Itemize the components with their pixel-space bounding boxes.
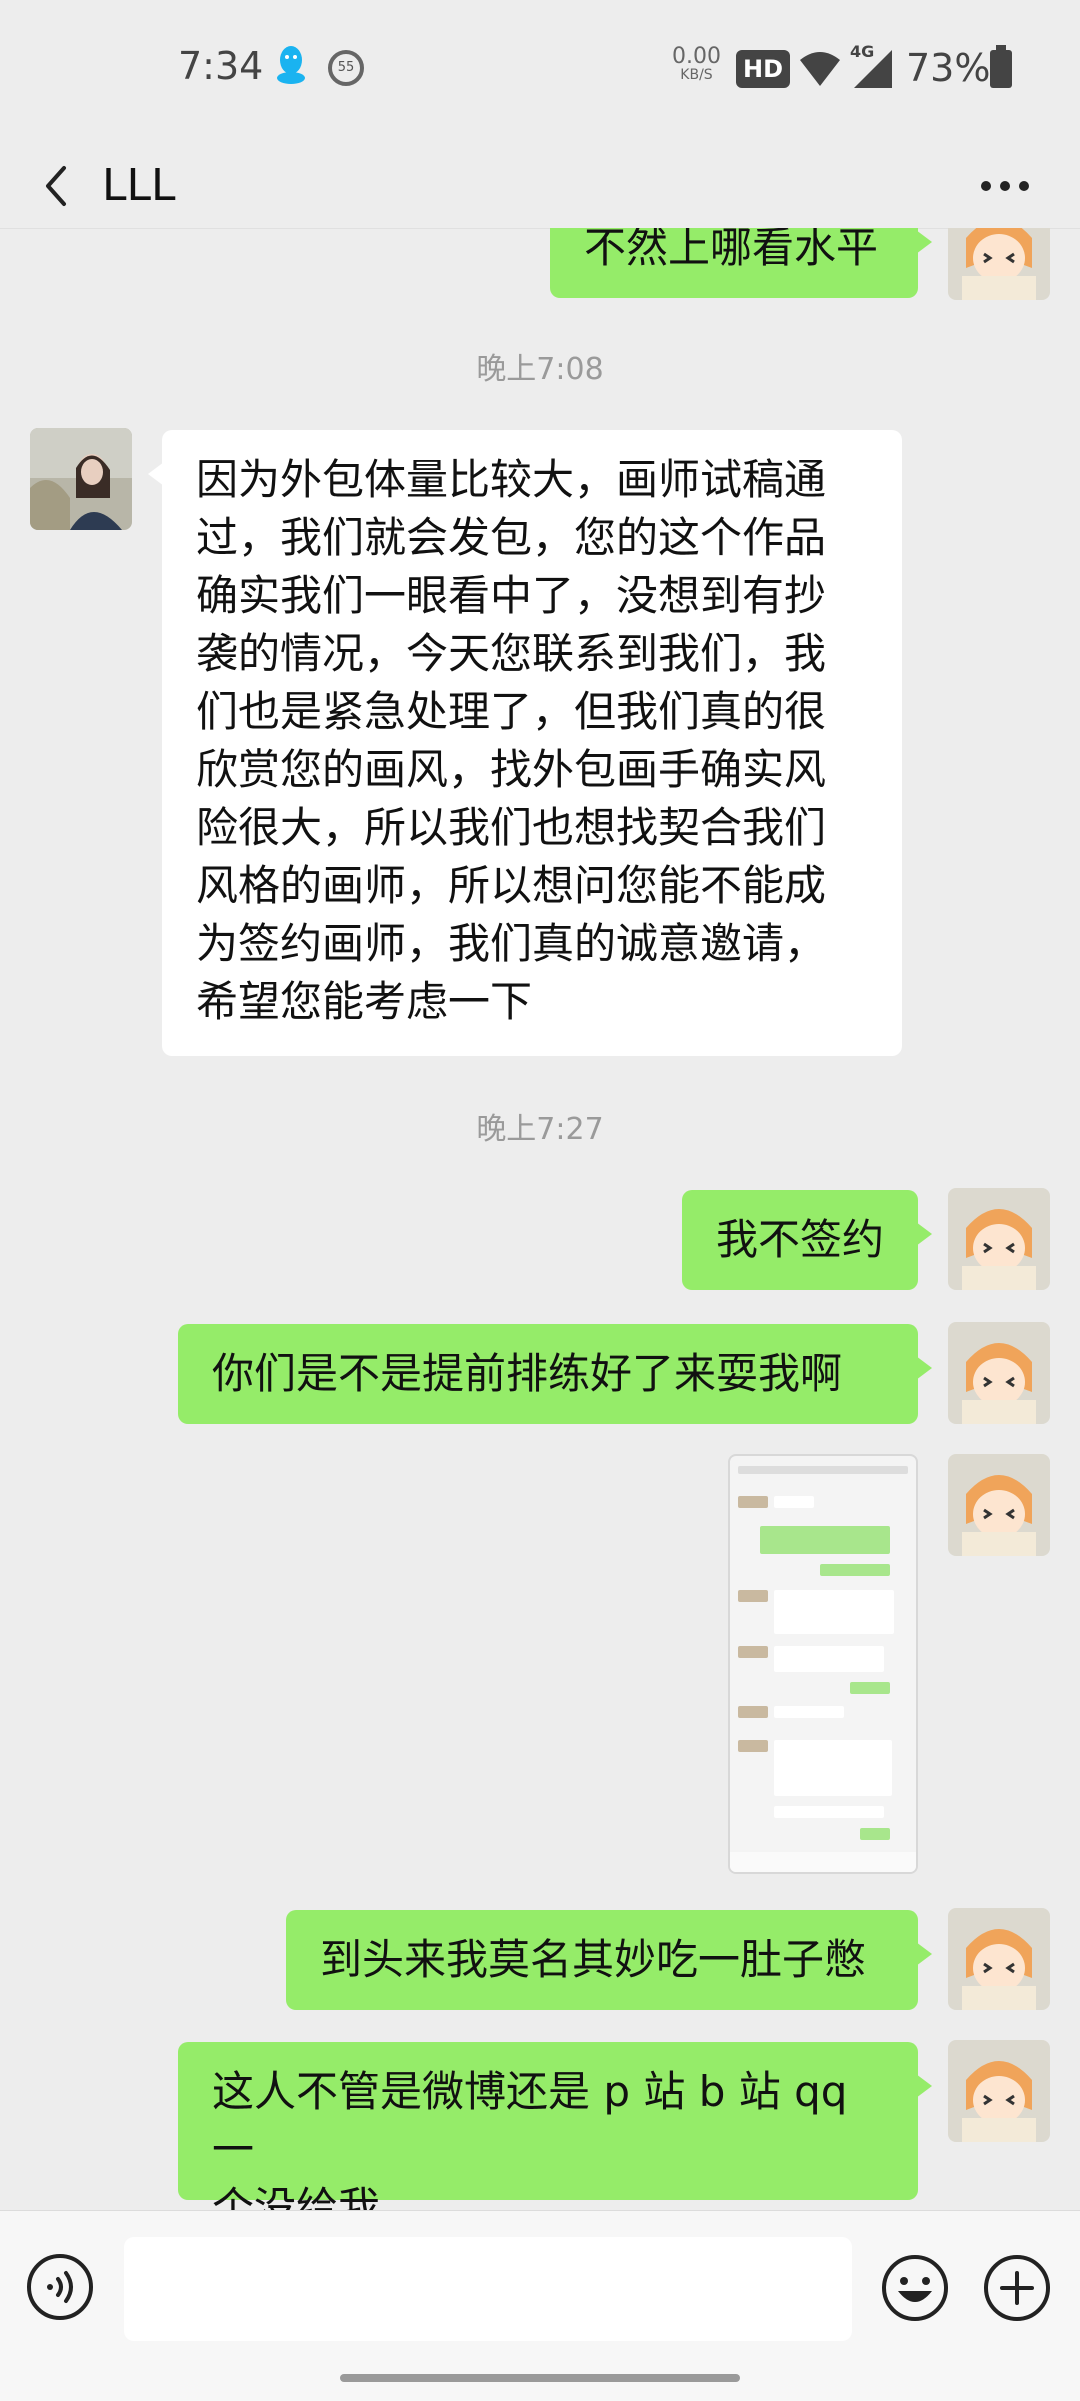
message-bubble[interactable]: 我不签约 xyxy=(682,1190,932,1290)
message-line: 这人不管是微博还是 p 站 b 站 qq 一 xyxy=(212,2067,848,2174)
ring-badge-value: 55 xyxy=(337,60,355,75)
message-bubble[interactable]: 你们是不是提前排练好了来耍我啊 xyxy=(178,1324,932,1424)
wifi-icon xyxy=(800,52,840,86)
message-line: 确实我们一眼看中了，没想到有抄 xyxy=(196,571,827,620)
message-bubble[interactable]: 不然上哪看水平 xyxy=(550,228,932,298)
chat-area[interactable]: 不然上哪看水平 晚上7:08 因为外包体量比较大，画师试稿通 过，我们就会发包，… xyxy=(0,228,1080,2210)
more-icon[interactable] xyxy=(980,180,1030,192)
chevron-left-icon[interactable] xyxy=(30,154,90,218)
hd-badge: HD xyxy=(736,50,790,88)
anime-avatar-icon xyxy=(948,2040,1050,2142)
chat-title: LLL xyxy=(102,160,176,211)
screenshot-thumbnail[interactable] xyxy=(728,1454,918,1874)
message-bubble[interactable]: 到头来我莫名其妙吃一肚子憋 xyxy=(286,1910,932,2010)
anime-avatar-icon xyxy=(948,1188,1050,1290)
my-avatar[interactable] xyxy=(948,1454,1050,1556)
voice-icon[interactable] xyxy=(26,2253,94,2321)
message-text: 不然上哪看水平 xyxy=(584,228,879,272)
home-indicator[interactable] xyxy=(340,2374,740,2382)
message-line: 欣赏您的画风，找外包画手确实风 xyxy=(196,745,827,794)
input-bar xyxy=(0,2210,1080,2401)
message-text: 我不签约 xyxy=(716,1215,885,1264)
my-avatar[interactable] xyxy=(948,1188,1050,1290)
status-bar: 7:34 55 0.00 KB/S HD 4G 73% xyxy=(0,0,1080,140)
signal-type: 4G xyxy=(850,42,875,61)
message-text: 你们是不是提前排练好了来耍我啊 xyxy=(212,1349,843,1398)
anime-avatar-icon xyxy=(948,1322,1050,1424)
my-avatar[interactable] xyxy=(948,2040,1050,2142)
battery-percent: 73% xyxy=(906,46,991,90)
battery-icon xyxy=(990,45,1012,88)
plus-icon[interactable] xyxy=(982,2253,1052,2323)
message-bubble[interactable]: 这人不管是微博还是 p 站 b 站 qq 一 个没给我 xyxy=(178,2042,932,2210)
message-input[interactable] xyxy=(124,2237,852,2341)
contact-avatar[interactable] xyxy=(30,428,132,530)
message-line: 个没给我 xyxy=(212,2183,381,2210)
chat-header: LLL xyxy=(0,140,1080,232)
anime-avatar-icon xyxy=(948,1454,1050,1556)
ring-badge-icon: 55 xyxy=(328,50,364,86)
timestamp: 晚上7:08 xyxy=(476,352,604,387)
cell-signal: 4G xyxy=(848,42,900,96)
emoji-icon[interactable] xyxy=(880,2253,950,2323)
my-avatar[interactable] xyxy=(948,1322,1050,1424)
message-line: 过，我们就会发包，您的这个作品 xyxy=(196,513,827,562)
anime-avatar-icon xyxy=(948,228,1050,300)
timestamp: 晚上7:27 xyxy=(476,1112,604,1147)
contact-photo-icon xyxy=(30,428,132,530)
message-line: 因为外包体量比较大，画师试稿通 xyxy=(196,455,827,504)
status-time: 7:34 xyxy=(178,44,264,88)
message-line: 袭的情况，今天您联系到我们，我 xyxy=(196,629,827,678)
message-line: 们也是紧急处理了，但我们真的很 xyxy=(196,687,827,736)
my-avatar[interactable] xyxy=(948,1908,1050,2010)
net-speed: 0.00 KB/S xyxy=(672,44,721,84)
anime-avatar-icon xyxy=(948,1908,1050,2010)
message-line: 险很大，所以我们也想找契合我们 xyxy=(196,803,827,852)
message-line: 希望您能考虑一下 xyxy=(196,977,533,1026)
my-avatar[interactable] xyxy=(948,228,1050,300)
qq-icon xyxy=(277,46,305,84)
message-line: 为签约画师，我们真的诚意邀请， xyxy=(196,919,827,968)
message-bubble[interactable]: 因为外包体量比较大，画师试稿通 过，我们就会发包，您的这个作品 确实我们一眼看中… xyxy=(148,430,902,1056)
message-line: 风格的画师，所以想问您能不能成 xyxy=(196,861,827,910)
net-speed-value: 0.00 xyxy=(672,44,721,69)
message-text: 到头来我莫名其妙吃一肚子憋 xyxy=(320,1935,867,1984)
